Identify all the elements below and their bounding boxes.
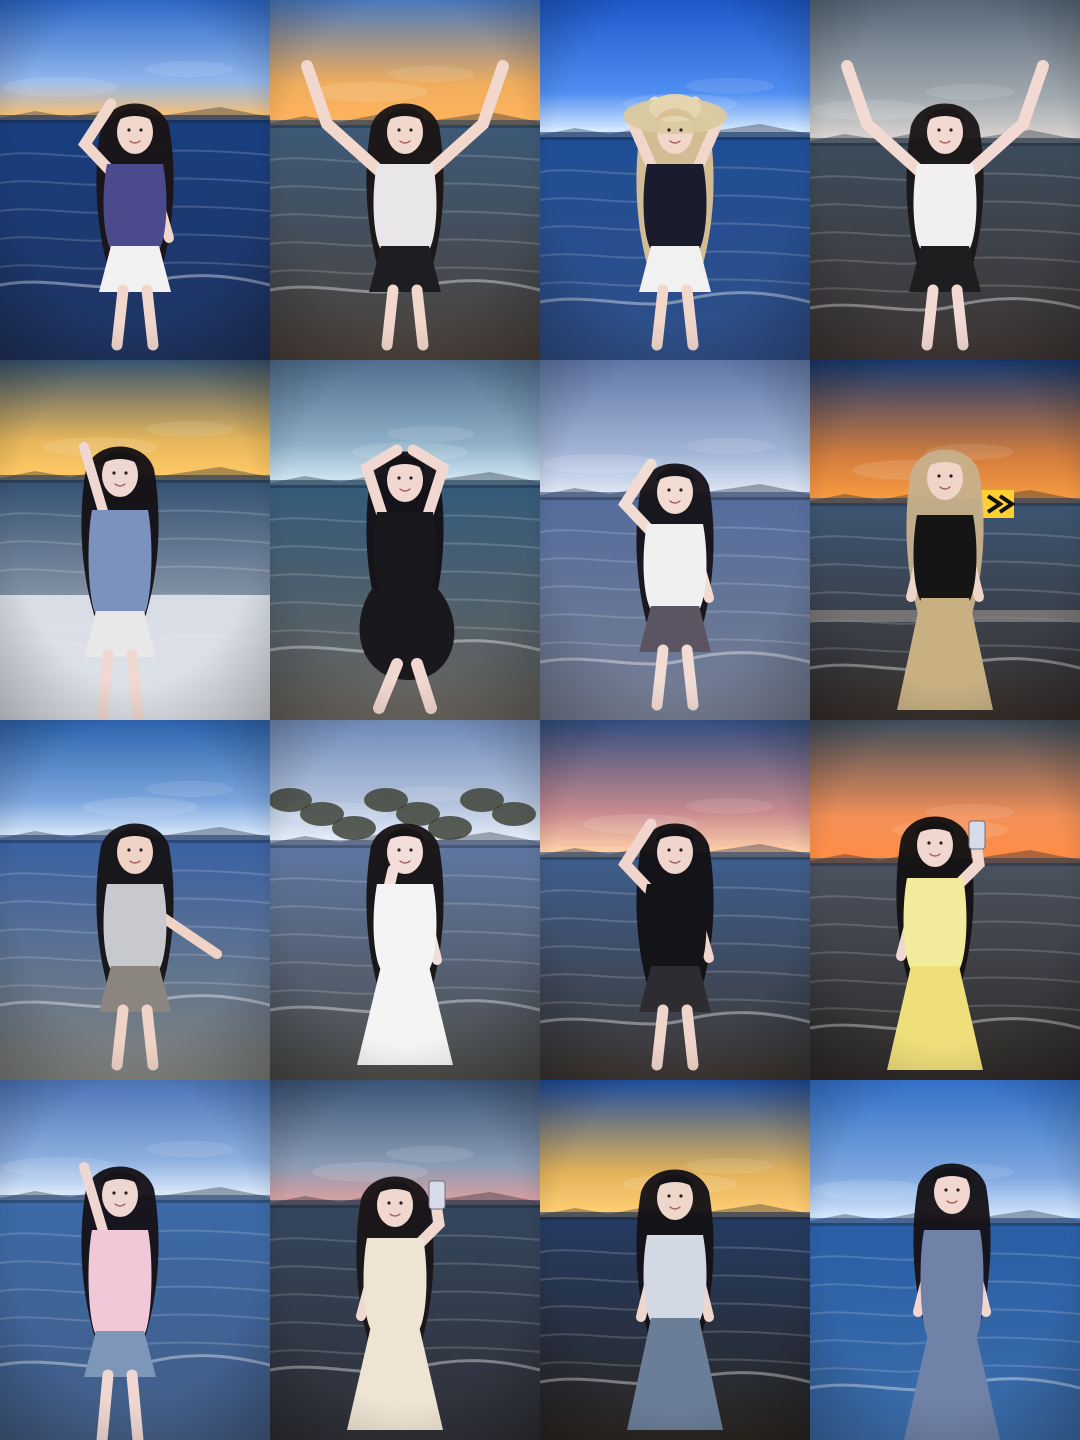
beach-photo-tile <box>0 720 270 1080</box>
beach-photo-image <box>540 0 810 360</box>
beach-photo-image <box>540 720 810 1080</box>
photo-collage-grid <box>0 0 1080 1440</box>
beach-photo-tile <box>0 1080 270 1440</box>
beach-photo-tile <box>0 360 270 720</box>
beach-photo-image <box>810 360 1080 720</box>
beach-photo-tile <box>810 360 1080 720</box>
beach-photo-image <box>0 1080 270 1440</box>
beach-photo-image <box>270 720 540 1080</box>
beach-photo-tile <box>270 1080 540 1440</box>
beach-photo-image <box>0 0 270 360</box>
beach-photo-image <box>270 1080 540 1440</box>
beach-photo-tile <box>810 1080 1080 1440</box>
beach-photo-tile <box>540 360 810 720</box>
beach-photo-tile <box>270 0 540 360</box>
beach-photo-image <box>540 1080 810 1440</box>
beach-photo-image <box>0 360 270 720</box>
beach-photo-tile <box>270 720 540 1080</box>
beach-photo-tile <box>540 1080 810 1440</box>
beach-photo-tile <box>540 0 810 360</box>
beach-photo-image <box>0 720 270 1080</box>
beach-photo-tile <box>540 720 810 1080</box>
beach-photo-tile <box>810 0 1080 360</box>
beach-photo-tile <box>810 720 1080 1080</box>
beach-photo-image <box>810 720 1080 1080</box>
beach-photo-image <box>270 360 540 720</box>
beach-photo-image <box>270 0 540 360</box>
beach-photo-image <box>540 360 810 720</box>
beach-photo-image <box>810 0 1080 360</box>
beach-photo-tile <box>0 0 270 360</box>
beach-photo-tile <box>270 360 540 720</box>
beach-photo-image <box>810 1080 1080 1440</box>
